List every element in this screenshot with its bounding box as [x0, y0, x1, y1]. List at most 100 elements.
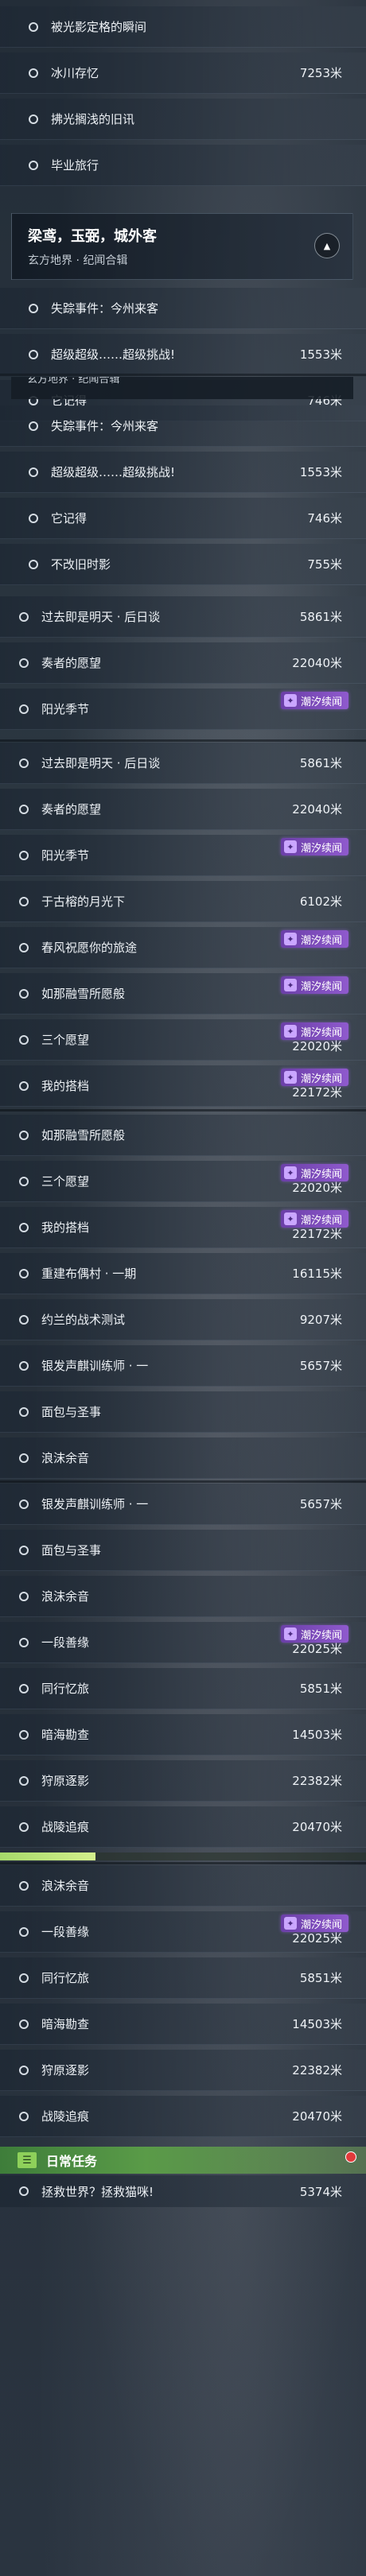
track-circle-icon[interactable] [19, 1034, 29, 1045]
daily-tasks-header[interactable]: ☰ 日常任务 [0, 2147, 366, 2174]
quest-row[interactable]: 约兰的战术测试 9207米 [0, 1299, 366, 1340]
quest-row[interactable]: 暗海勘查 14503米 [0, 2004, 366, 2045]
quest-row[interactable]: 同行忆旅 5851米 [0, 1957, 366, 1999]
quest-row[interactable]: 面包与圣事 [0, 1391, 366, 1433]
track-circle-icon[interactable] [19, 658, 29, 668]
quest-row[interactable]: 奏者的愿望 22040米 [0, 642, 366, 684]
quest-row[interactable]: 不改旧时影 755米 [0, 544, 366, 585]
track-circle-icon[interactable] [19, 1360, 29, 1371]
quest-row[interactable]: 过去即是明天 · 后日谈 5861米 [0, 596, 366, 638]
track-circle-icon[interactable] [19, 2186, 29, 2196]
track-circle-icon[interactable] [29, 160, 38, 170]
track-circle-icon[interactable] [29, 349, 38, 359]
track-circle-icon[interactable] [19, 2111, 29, 2121]
track-circle-icon[interactable] [19, 1637, 29, 1647]
collapse-chevron-icon[interactable]: ▲ [314, 233, 340, 258]
track-circle-icon[interactable] [19, 1880, 29, 1891]
track-circle-icon[interactable] [29, 421, 38, 431]
track-circle-icon[interactable] [29, 559, 38, 569]
track-circle-icon[interactable] [29, 21, 38, 32]
track-circle-icon[interactable] [19, 2019, 29, 2029]
track-circle-icon[interactable] [29, 114, 38, 124]
quest-row[interactable]: 我的搭档 22172米 ✦ 潮汐续闻 [0, 1065, 366, 1107]
track-circle-icon[interactable] [29, 467, 38, 477]
quest-row[interactable]: 失踪事件：今州来客 [0, 288, 366, 329]
quest-row[interactable]: 一段善缘 22025米 ✦ 潮汐续闻 [0, 1911, 366, 1953]
track-circle-icon[interactable] [19, 1130, 29, 1140]
track-circle-icon[interactable] [29, 303, 38, 313]
track-circle-icon[interactable] [19, 988, 29, 999]
quest-label: 拂光搁浅的旧讯 [51, 112, 135, 126]
sparkle-icon: ✦ [283, 1627, 297, 1640]
quest-row[interactable]: 三个愿望 22020米 ✦ 潮汐续闻 [0, 1161, 366, 1202]
quest-row[interactable]: 于古榕的月光下 6102米 [0, 881, 366, 922]
quest-row[interactable]: 一段善缘 22025米 ✦ 潮汐续闻 [0, 1622, 366, 1663]
quest-row[interactable]: 三个愿望 22020米 ✦ 潮汐续闻 [0, 1019, 366, 1061]
track-circle-icon[interactable] [19, 1775, 29, 1786]
quest-row[interactable]: 冰川存忆 7253米 [0, 52, 366, 94]
quest-row[interactable]: 面包与圣事 [0, 1530, 366, 1571]
quest-row[interactable]: 浪沫余音 [0, 1865, 366, 1907]
track-circle-icon[interactable] [19, 1545, 29, 1555]
track-circle-icon[interactable] [19, 1222, 29, 1232]
track-circle-icon[interactable] [19, 1406, 29, 1417]
quest-distance: 9207米 [299, 1313, 342, 1327]
quest-row[interactable]: 它记得 746米 [0, 498, 366, 539]
track-circle-icon[interactable] [19, 1499, 29, 1509]
track-circle-icon[interactable] [19, 1591, 29, 1601]
quest-row[interactable]: 暗海勘查 14503米 [0, 1714, 366, 1755]
track-circle-icon[interactable] [19, 1729, 29, 1740]
quest-row[interactable]: 拂光搁浅的旧讯 [0, 99, 366, 140]
track-circle-icon[interactable] [19, 1268, 29, 1278]
track-circle-icon[interactable] [19, 1683, 29, 1693]
track-circle-icon[interactable] [19, 1176, 29, 1186]
quest-row[interactable]: 战陵追痕 20470米 [0, 1806, 366, 1848]
quest-row[interactable]: 过去即是明天 · 后日谈 5861米 [0, 743, 366, 784]
track-circle-icon[interactable] [19, 1314, 29, 1325]
track-circle-icon[interactable] [19, 2065, 29, 2075]
track-circle-icon[interactable] [19, 704, 29, 714]
quest-distance: 22040米 [292, 802, 342, 817]
quest-row[interactable]: 奏者的愿望 22040米 [0, 789, 366, 830]
quest-label: 战陵追痕 [41, 1820, 90, 1834]
quest-row[interactable]: 失踪事件：今州来客 [0, 405, 366, 447]
track-circle-icon[interactable] [19, 1453, 29, 1463]
quest-row[interactable]: 浪沫余音 [0, 1437, 366, 1479]
track-circle-icon[interactable] [19, 758, 29, 768]
track-circle-icon[interactable] [19, 1926, 29, 1937]
daily-task-row[interactable]: 拯救世界？拯救猫咪! 5374米 [0, 2175, 366, 2207]
quest-row[interactable]: 银发声麒训练师 · 一 5657米 [0, 1484, 366, 1525]
track-circle-icon[interactable] [29, 513, 38, 523]
quest-row[interactable]: 狩原逐影 22382米 [0, 1760, 366, 1802]
track-circle-icon[interactable] [19, 1973, 29, 1983]
quest-row[interactable]: 狩原逐影 22382米 [0, 2050, 366, 2091]
track-circle-icon[interactable] [19, 1821, 29, 1832]
quest-row[interactable]: 超级超级……超级挑战! 1553米 [0, 334, 366, 375]
quest-row[interactable]: 阳光季节 ✦ 潮汐续闻 [0, 689, 366, 730]
track-circle-icon[interactable] [19, 1080, 29, 1091]
track-circle-icon[interactable] [19, 850, 29, 860]
quest-row[interactable]: 被光影定格的瞬间 [0, 6, 366, 48]
quest-label: 我的搭档 [41, 1220, 90, 1235]
quest-row[interactable]: 银发声麒训练师 · 一 5657米 [0, 1345, 366, 1387]
quest-row[interactable]: 超级超级……超级挑战! 1553米 [0, 452, 366, 493]
quest-row[interactable]: 如那融雪所愿般 [0, 1115, 366, 1156]
track-circle-icon[interactable] [29, 68, 38, 78]
track-circle-icon[interactable] [19, 611, 29, 622]
track-circle-icon[interactable] [19, 896, 29, 906]
quest-row[interactable]: 毕业旅行 [0, 145, 366, 186]
quest-row[interactable]: 如那融雪所愿般 ✦ 潮汐续闻 [0, 973, 366, 1014]
sparkle-icon: ✦ [283, 694, 297, 707]
quest-row[interactable]: 我的搭档 22172米 ✦ 潮汐续闻 [0, 1207, 366, 1248]
quest-row[interactable]: 同行忆旅 5851米 [0, 1668, 366, 1709]
quest-row[interactable]: 阳光季节 ✦ 潮汐续闻 [0, 835, 366, 876]
chapter-header[interactable]: 梁鸢，玉弼，城外客 玄方地界 · 纪闻合辑 ▲ [11, 213, 353, 280]
track-circle-icon[interactable] [19, 804, 29, 814]
sparkle-icon: ✦ [283, 979, 297, 991]
quest-row[interactable]: 春风祝愿你的旅途 ✦ 潮汐续闻 [0, 927, 366, 968]
quest-row[interactable]: 浪沫余音 [0, 1576, 366, 1617]
quest-row[interactable]: 战陵追痕 20470米 [0, 2096, 366, 2137]
event-badge: ✦ 潮汐续闻 [280, 692, 348, 709]
quest-row[interactable]: 重建布偶村 · 一期 16115米 [0, 1253, 366, 1294]
track-circle-icon[interactable] [19, 942, 29, 952]
